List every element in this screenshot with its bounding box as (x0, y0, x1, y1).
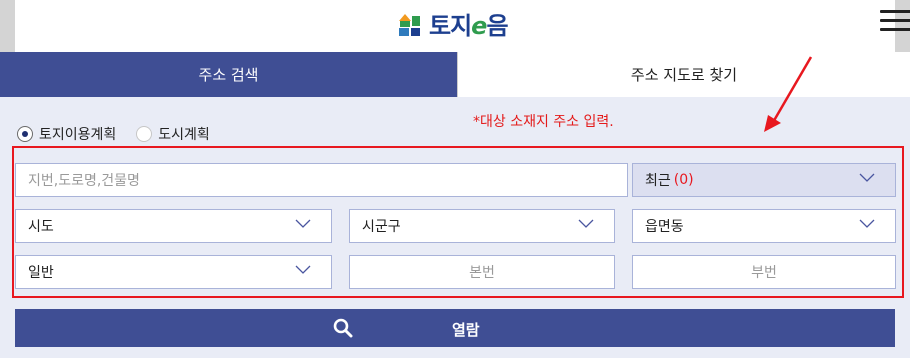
lot-type-value: 일반 (28, 265, 54, 281)
search-panel: 토지이용계획 도시계획 *대상 소재지 주소 입력. 지번,도로명,건물명 최근… (0, 97, 910, 358)
eupmyeondong-value: 읍면동 (645, 219, 684, 235)
tab-address-search[interactable]: 주소 검색 (0, 52, 457, 97)
hamburger-icon[interactable] (880, 10, 910, 32)
radio-land-use-plan[interactable] (17, 126, 33, 142)
tab-bar: 주소 검색 주소 지도로 찾기 (0, 52, 910, 97)
left-gutter (0, 0, 15, 52)
page: 토지e음 주소 검색 주소 지도로 찾기 토지이용계획 도시계획 *대상 소재지… (0, 0, 910, 358)
radio-city-plan[interactable] (136, 126, 153, 142)
logo-mark-icon (399, 14, 420, 36)
plan-type-radios: 토지이용계획 도시계획 (17, 124, 224, 144)
sido-select[interactable]: 시도 (15, 209, 332, 243)
tab-address-map[interactable]: 주소 지도로 찾기 (457, 52, 910, 97)
recent-label: 최근 (645, 173, 671, 189)
sigungu-select[interactable]: 시군구 (349, 209, 615, 243)
eupmyeondong-select[interactable]: 읍면동 (632, 209, 896, 243)
view-button[interactable]: 열람 (15, 309, 895, 347)
header: 토지e음 (15, 0, 910, 52)
sub-lot-number-input[interactable]: 부번 (632, 255, 896, 289)
search-icon (333, 318, 353, 338)
chevron-down-icon (295, 219, 311, 228)
lot-type-select[interactable]: 일반 (15, 255, 332, 289)
main-lot-number-input[interactable]: 본번 (349, 255, 615, 289)
recent-dropdown[interactable]: 최근 (0) (632, 163, 896, 197)
address-search-input[interactable]: 지번,도로명,건물명 (15, 163, 628, 197)
annotation-hint: *대상 소재지 주소 입력. (473, 114, 614, 130)
view-button-label: 열람 (452, 321, 480, 339)
radio-land-use-plan-label: 토지이용계획 (39, 127, 117, 143)
logo-text: 토지e음 (429, 11, 509, 40)
sido-value: 시도 (28, 219, 54, 235)
chevron-down-icon (295, 265, 311, 274)
chevron-down-icon (578, 219, 594, 228)
chevron-down-icon (859, 219, 875, 228)
sigungu-value: 시군구 (362, 219, 401, 235)
logo[interactable]: 토지e음 (395, 8, 509, 40)
radio-city-plan-label: 도시계획 (158, 127, 210, 143)
recent-count: (0) (673, 172, 694, 188)
chevron-down-icon (859, 173, 875, 182)
